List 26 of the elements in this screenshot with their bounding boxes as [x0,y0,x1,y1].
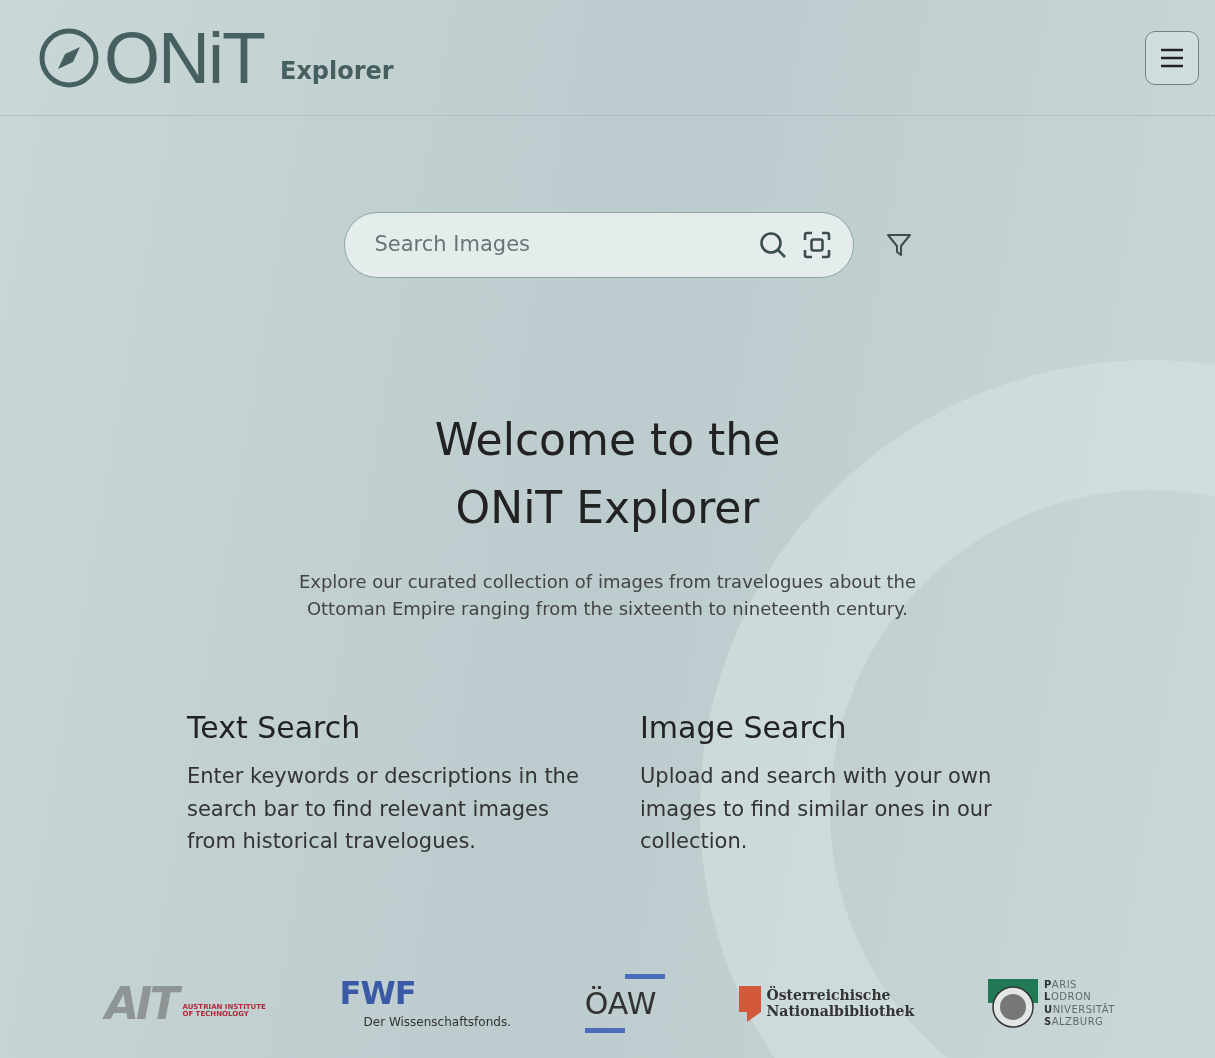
feature-title: Text Search [187,710,362,747]
logo-wordmark: ÖAW [584,987,658,1020]
flag-icon [738,985,761,1022]
brand-subtitle: Explorer [280,55,394,87]
menu-icon [1160,47,1184,68]
welcome-heading: ONiT Explorer [454,481,761,536]
bar-icon [624,974,665,979]
menu-button[interactable] [1145,30,1199,85]
search-input[interactable]: Search Images [372,228,743,262]
bar-icon [584,1028,625,1033]
feature-text: Upload and search with your own images to find similar ones in our collection. [640,763,993,856]
image-scan-icon[interactable] [802,231,831,259]
search-icon[interactable] [758,231,787,259]
search-field[interactable]: Search Images [343,212,854,278]
logo-wordmark: FWF [339,976,416,1009]
brand-name: ONiT [104,21,264,94]
feature-title: Image Search [640,710,848,747]
intro-text: Explore our curated collection of images from travelogues about the Ottoman Empire ranging from the sixteenth to nineteenth century. [297,570,918,622]
seal-icon [988,978,1038,1029]
logo-wordmark: PARIS LODRON UNIVERSITÄT SALZBURG [1044,978,1115,1029]
feature-text: Enter keywords or descriptions in the search bar to find relevant images from historical travelogues. [187,763,580,856]
filter-icon[interactable] [885,232,912,258]
welcome-heading: Welcome to the [433,413,782,467]
logo-tagline: Der Wissenschaftsfonds. [363,1013,511,1031]
compass-icon [38,26,100,89]
logo-wordmark: Österreichische Nationalbibliothek [766,988,915,1019]
